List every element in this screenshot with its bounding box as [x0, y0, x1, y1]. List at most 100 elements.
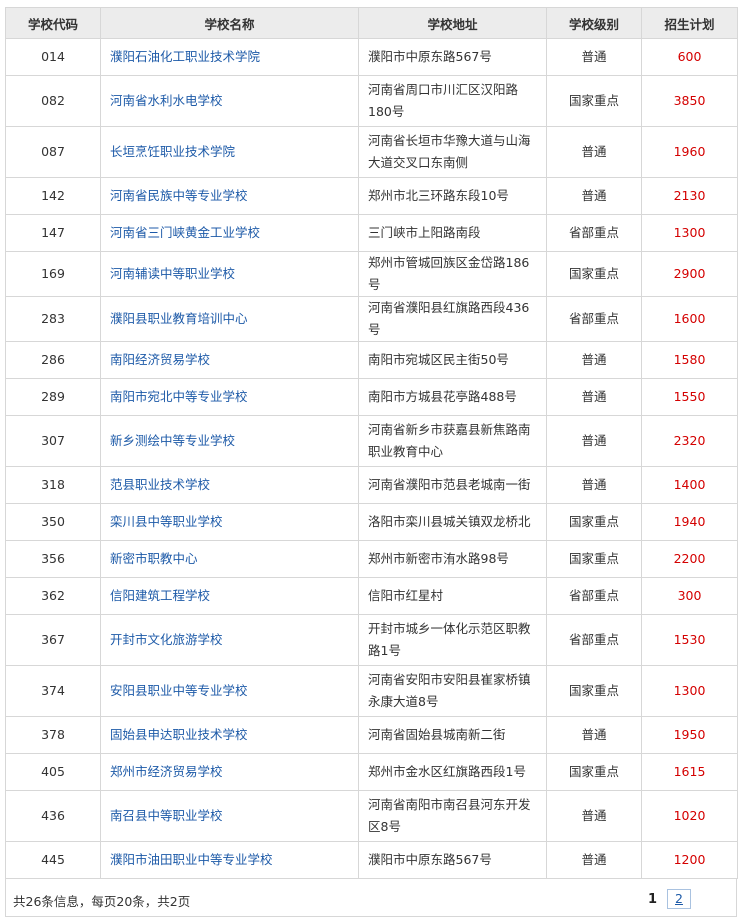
school-code: 307: [5, 415, 101, 467]
school-level: 国家重点: [546, 251, 642, 297]
school-level: 普通: [546, 177, 642, 215]
enrollment-plan: 1550: [641, 378, 738, 416]
school-name-link[interactable]: 南阳市宛北中等专业学校: [110, 389, 248, 404]
school-name-cell: 新密市职教中心: [100, 540, 359, 578]
school-code: 082: [5, 75, 101, 127]
school-name-link[interactable]: 固始县申达职业技术学校: [110, 727, 248, 742]
school-level: 普通: [546, 841, 642, 879]
school-name-cell: 信阳建筑工程学校: [100, 577, 359, 615]
school-level: 普通: [546, 126, 642, 178]
school-level: 省部重点: [546, 214, 642, 252]
school-name-link[interactable]: 郑州市经济贸易学校: [110, 764, 223, 779]
table-row: 286 南阳经济贸易学校 南阳市宛城区民主街50号 普通 1580: [5, 341, 738, 379]
school-address: 洛阳市栾川县城关镇双龙桥北: [358, 503, 547, 541]
header-school-address: 学校地址: [358, 7, 547, 39]
school-name-cell: 濮阳石油化工职业技术学院: [100, 38, 359, 76]
school-name-link[interactable]: 濮阳市油田职业中等专业学校: [110, 852, 273, 867]
enrollment-plan: 1940: [641, 503, 738, 541]
school-name-cell: 河南省水利水电学校: [100, 75, 359, 127]
table-row: 374 安阳县职业中等专业学校 河南省安阳市安阳县崔家桥镇永康大道8号 国家重点 130…: [5, 665, 738, 717]
school-name-cell: 濮阳市油田职业中等专业学校: [100, 841, 359, 879]
school-code: 374: [5, 665, 101, 717]
table-body: 014 濮阳石油化工职业技术学院 濮阳市中原东路567号 普通 600 082 河南省水利水…: [5, 38, 738, 879]
school-code: 436: [5, 790, 101, 842]
school-name-cell: 安阳县职业中等专业学校: [100, 665, 359, 717]
table-row: 014 濮阳石油化工职业技术学院 濮阳市中原东路567号 普通 600: [5, 38, 738, 76]
school-name-link[interactable]: 河南省民族中等专业学校: [110, 188, 248, 203]
school-address: 南阳市宛城区民主街50号: [358, 341, 547, 379]
school-address: 濮阳市中原东路567号: [358, 841, 547, 879]
school-level: 国家重点: [546, 503, 642, 541]
table-row: 082 河南省水利水电学校 河南省周口市川汇区汉阳路180号 国家重点 3850: [5, 75, 738, 127]
enrollment-plan: 2130: [641, 177, 738, 215]
school-name-cell: 河南省民族中等专业学校: [100, 177, 359, 215]
school-code: 445: [5, 841, 101, 879]
school-name-cell: 南阳市宛北中等专业学校: [100, 378, 359, 416]
school-code: 405: [5, 753, 101, 791]
enrollment-plan: 1530: [641, 614, 738, 666]
school-list: 学校代码 学校名称 学校地址 学校级别 招生计划 014 濮阳石油化工职业技术学院…: [5, 7, 738, 917]
school-name-link[interactable]: 新乡测绘中等专业学校: [110, 433, 235, 448]
school-level: 省部重点: [546, 577, 642, 615]
school-address: 河南省南阳市南召县河东开发区8号: [358, 790, 547, 842]
school-address: 河南省固始县城南新二街: [358, 716, 547, 754]
school-name-cell: 固始县申达职业技术学校: [100, 716, 359, 754]
school-address: 三门峡市上阳路南段: [358, 214, 547, 252]
school-name-link[interactable]: 开封市文化旅游学校: [110, 632, 223, 647]
school-address: 郑州市新密市洧水路98号: [358, 540, 547, 578]
table-row: 283 濮阳县职业教育培训中心 河南省濮阳县红旗路西段436号 省部重点 1600: [5, 296, 738, 342]
pagination-bar: 共26条信息，每页20条，共2页 1 2: [5, 879, 737, 917]
table-row: 087 长垣烹饪职业技术学院 河南省长垣市华豫大道与山海大道交叉口东南侧 普通 1960: [5, 126, 738, 178]
school-level: 国家重点: [546, 540, 642, 578]
school-table: 学校代码 学校名称 学校地址 学校级别 招生计划 014 濮阳石油化工职业技术学院…: [5, 7, 738, 879]
school-name-cell: 开封市文化旅游学校: [100, 614, 359, 666]
enrollment-plan: 1600: [641, 296, 738, 342]
school-address: 河南省周口市川汇区汉阳路180号: [358, 75, 547, 127]
enrollment-plan: 600: [641, 38, 738, 76]
school-level: 普通: [546, 466, 642, 504]
school-code: 350: [5, 503, 101, 541]
school-address: 郑州市金水区红旗路西段1号: [358, 753, 547, 791]
school-name-cell: 濮阳县职业教育培训中心: [100, 296, 359, 342]
table-row: 362 信阳建筑工程学校 信阳市红星村 省部重点 300: [5, 577, 738, 615]
school-name-link[interactable]: 信阳建筑工程学校: [110, 588, 210, 603]
school-name-cell: 南阳经济贸易学校: [100, 341, 359, 379]
school-code: 367: [5, 614, 101, 666]
table-row: 436 南召县中等职业学校 河南省南阳市南召县河东开发区8号 普通 1020: [5, 790, 738, 842]
school-code: 286: [5, 341, 101, 379]
page-link-2[interactable]: 2: [667, 889, 691, 909]
school-name-link[interactable]: 栾川县中等职业学校: [110, 514, 223, 529]
enrollment-plan: 1950: [641, 716, 738, 754]
school-address: 河南省濮阳市范县老城南一街: [358, 466, 547, 504]
school-name-link[interactable]: 河南省水利水电学校: [110, 93, 223, 108]
school-name-link[interactable]: 南召县中等职业学校: [110, 808, 223, 823]
school-address: 河南省濮阳县红旗路西段436号: [358, 296, 547, 342]
school-name-link[interactable]: 濮阳石油化工职业技术学院: [110, 49, 260, 64]
school-name-cell: 新乡测绘中等专业学校: [100, 415, 359, 467]
school-name-link[interactable]: 河南省三门峡黄金工业学校: [110, 225, 260, 240]
school-name-link[interactable]: 新密市职教中心: [110, 551, 198, 566]
current-page: 1: [647, 891, 657, 907]
school-name-link[interactable]: 范县职业技术学校: [110, 477, 210, 492]
school-code: 378: [5, 716, 101, 754]
school-name-link[interactable]: 安阳县职业中等专业学校: [110, 683, 248, 698]
school-name-link[interactable]: 河南辅读中等职业学校: [110, 266, 235, 281]
school-code: 142: [5, 177, 101, 215]
school-level: 普通: [546, 415, 642, 467]
school-address: 开封市城乡一体化示范区职教路1号: [358, 614, 547, 666]
school-name-link[interactable]: 南阳经济贸易学校: [110, 352, 210, 367]
school-level: 省部重点: [546, 614, 642, 666]
school-address: 河南省安阳市安阳县崔家桥镇永康大道8号: [358, 665, 547, 717]
header-school-level: 学校级别: [546, 7, 642, 39]
school-name-link[interactable]: 濮阳县职业教育培训中心: [110, 311, 248, 326]
school-code: 147: [5, 214, 101, 252]
school-address: 濮阳市中原东路567号: [358, 38, 547, 76]
school-name-cell: 郑州市经济贸易学校: [100, 753, 359, 791]
school-name-link[interactable]: 长垣烹饪职业技术学院: [110, 144, 235, 159]
school-code: 289: [5, 378, 101, 416]
enrollment-plan: 1400: [641, 466, 738, 504]
school-level: 普通: [546, 38, 642, 76]
school-address: 南阳市方城县花亭路488号: [358, 378, 547, 416]
header-school-code: 学校代码: [5, 7, 101, 39]
school-name-cell: 栾川县中等职业学校: [100, 503, 359, 541]
